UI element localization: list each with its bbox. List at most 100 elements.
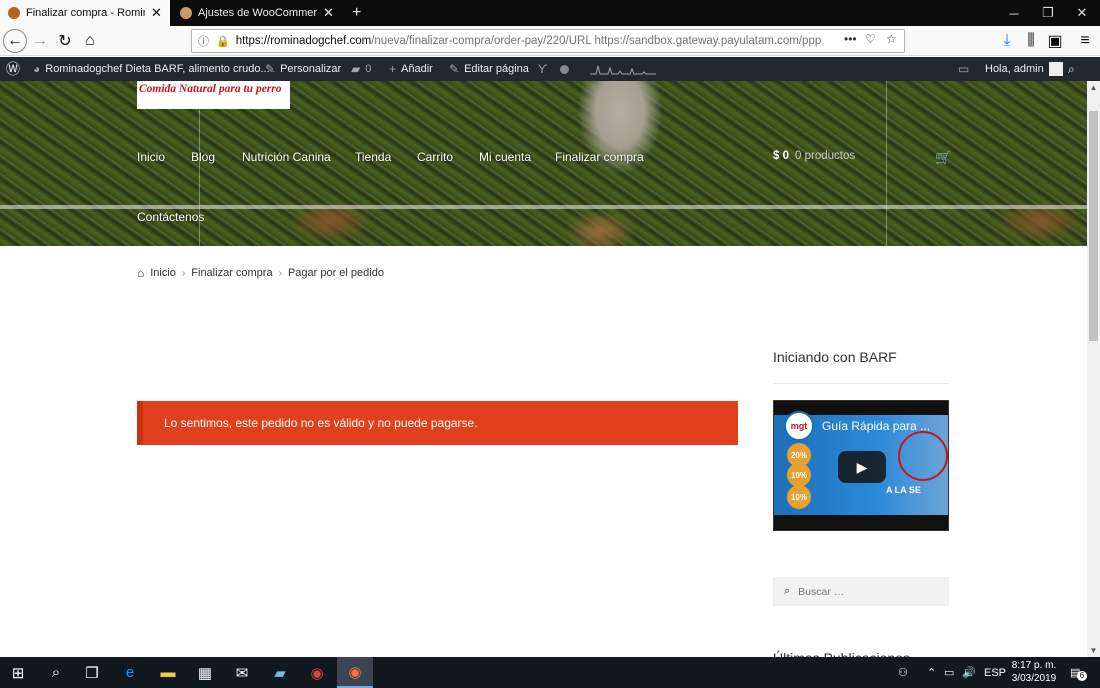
menu-item-mi-cuenta[interactable]: Mi cuenta <box>479 150 531 164</box>
video-title[interactable]: Guía Rápida para ... <box>822 419 930 433</box>
my-account-link[interactable]: Hola, admin <box>985 57 1063 81</box>
shopping-basket-icon[interactable]: 🛒 <box>935 150 951 166</box>
edge-browser-icon[interactable]: e <box>112 657 148 688</box>
breadcrumb-item-finalizar-compra[interactable]: Finalizar compra <box>191 267 272 279</box>
close-window-icon[interactable]: ✕ <box>1065 0 1099 26</box>
site-favicon-icon <box>180 7 192 19</box>
forward-arrow-icon[interactable]: → <box>28 29 52 53</box>
stats-sparkline-icon[interactable] <box>590 57 656 81</box>
bookmark-star-icon[interactable]: ☆ <box>886 32 897 46</box>
close-tab-icon[interactable]: ✕ <box>323 5 334 21</box>
site-logo[interactable]: Comida Natural para tu perro <box>137 81 290 109</box>
browser-tab-strip: Finalizar compra - Rominadogchef ✕ Ajust… <box>0 0 1100 26</box>
volume-icon[interactable]: 🔊 <box>962 657 976 688</box>
avatar <box>1048 62 1063 76</box>
sidebar-icon[interactable]: ▣ <box>1043 29 1067 53</box>
navigation-toolbar: ← → ↻ ⌂ ⓘ 🔒 https://rominadogchef.com/nu… <box>0 26 1100 56</box>
download-icon[interactable]: ⤓ <box>995 29 1019 53</box>
menu-item-blog[interactable]: Blog <box>191 150 215 164</box>
menu-item-carrito[interactable]: Carrito <box>417 150 453 164</box>
greeting-label: Hola, admin <box>985 63 1044 75</box>
scrollbar-thumb[interactable] <box>1089 111 1098 341</box>
tab-finalizar-compra[interactable]: Finalizar compra - Rominadogchef ✕ <box>0 0 170 26</box>
lock-icon: 🔒 <box>216 35 230 48</box>
windows-taskbar: ⊞ ⌕ ❒ e ▬ ▦ ✉ ▰ ◉ ◉ ⚇ ⌃ ▭ 🔊 ESP ▤ 6 <box>0 657 1100 688</box>
search-field[interactable]: ⌕ Buscar … <box>773 577 949 606</box>
breadcrumb: ⌂ Inicio › Finalizar compra › Pagar por … <box>137 266 384 280</box>
comment-icon: ▰ <box>351 62 361 76</box>
restore-icon[interactable]: ❐ <box>1031 0 1065 26</box>
task-view-icon[interactable]: ❒ <box>74 657 110 688</box>
menu-item-tienda[interactable]: Tienda <box>355 150 391 164</box>
search-icon[interactable]: ⌕ <box>1068 57 1075 81</box>
dashboard-icon: ◕ <box>33 62 41 76</box>
new-tab-button[interactable]: + <box>344 0 368 26</box>
sidebar-divider <box>773 383 949 384</box>
youtube-video-embed[interactable]: mgt Guía Rápida para ... 20% 10% 10% ▶ A… <box>773 400 949 531</box>
library-icon[interactable]: ⫼ <box>1019 29 1043 53</box>
video-percent-label: 10% <box>787 463 811 487</box>
breadcrumb-item-inicio[interactable]: Inicio <box>150 267 176 279</box>
site-name-link[interactable]: ◕ Rominadogchef Dieta BARF, alimento cru… <box>33 57 270 81</box>
url-bar[interactable]: ⓘ 🔒 https://rominadogchef.com/nueva/fina… <box>191 29 905 53</box>
comments-link[interactable]: ▰ 0 <box>351 57 371 81</box>
vertical-scrollbar[interactable]: ▲ ▼ <box>1087 81 1100 657</box>
tab-ajustes-woocommerce[interactable]: Ajustes de WooCommerce ‹ Ro ✕ <box>172 0 342 26</box>
mail-icon[interactable]: ✉ <box>224 657 260 688</box>
pencil-icon: ✎ <box>449 62 460 76</box>
pocket-icon[interactable]: ♡ <box>865 32 876 46</box>
notification-center-icon[interactable]: ▤ 6 <box>1070 657 1087 688</box>
notes-app-icon[interactable]: ▰ <box>262 657 298 688</box>
menu-item-nutricion-canina[interactable]: Nutrición Canina <box>242 150 331 164</box>
header-cart-link[interactable]: $ 0 0 productos <box>773 150 855 162</box>
customize-label: Personalizar <box>280 63 342 75</box>
notification-count: 6 <box>1077 671 1087 681</box>
comments-count: 0 <box>365 63 372 75</box>
chrome-icon[interactable]: ◉ <box>299 657 335 688</box>
show-hidden-icons[interactable]: ⌃ <box>927 657 936 688</box>
wordpress-logo-icon[interactable]: Ⓦ <box>6 57 20 81</box>
firefox-icon[interactable]: ◉ <box>337 657 373 688</box>
scroll-up-icon[interactable]: ▲ <box>1087 81 1100 94</box>
home-icon[interactable]: ⌂ <box>78 29 102 53</box>
windows-start-icon[interactable]: ⊞ <box>0 657 36 688</box>
site-favicon-icon <box>8 7 20 19</box>
play-button-icon[interactable]: ▶ <box>838 451 886 483</box>
file-explorer-icon[interactable]: ▬ <box>150 657 186 688</box>
menu-item-contactenos[interactable]: Contáctenos <box>137 210 204 224</box>
site-info-icon[interactable]: ⓘ <box>198 33 209 49</box>
channel-logo[interactable]: mgt <box>784 411 814 441</box>
video-highlight-circle <box>898 431 948 481</box>
back-arrow-icon[interactable]: ← <box>3 29 27 53</box>
brush-icon: ✎ <box>265 62 276 76</box>
yoast-seo-icon[interactable]: Ƴ <box>538 57 547 81</box>
close-tab-icon[interactable]: ✕ <box>151 5 162 21</box>
customize-link[interactable]: ✎ Personalizar <box>265 57 341 81</box>
home-icon[interactable]: ⌂ <box>137 266 144 280</box>
menu-icon[interactable]: ≡ <box>1073 29 1097 53</box>
reload-icon[interactable]: ↻ <box>53 29 77 53</box>
search-placeholder: Buscar … <box>798 585 845 598</box>
edit-page-label: Editar página <box>464 63 529 75</box>
clock-time: 8:17 p. m. <box>1011 660 1057 671</box>
page-actions-icon[interactable]: ••• <box>844 32 857 46</box>
url-text: https://rominadogchef.com/nueva/finaliza… <box>236 35 822 47</box>
stats-sparkline <box>590 65 656 75</box>
breadcrumb-item-pagar: Pagar por el pedido <box>287 267 384 279</box>
store-icon[interactable]: ▦ <box>187 657 223 688</box>
error-message: Lo sentimos, este pedido no es válido y … <box>164 416 478 430</box>
new-content-link[interactable]: + Añadir <box>389 57 433 81</box>
minimize-icon[interactable]: ─ <box>997 0 1031 26</box>
network-icon[interactable]: ▭ <box>944 657 954 688</box>
edit-page-link[interactable]: ✎ Editar página <box>449 57 529 81</box>
cart-amount: $ 0 <box>773 150 789 162</box>
scroll-down-icon[interactable]: ▼ <box>1087 644 1100 657</box>
search-icon[interactable]: ⌕ <box>38 657 74 688</box>
menu-item-inicio[interactable]: Inicio <box>137 150 165 164</box>
people-icon[interactable]: ⚇ <box>898 657 908 688</box>
taskbar-clock[interactable]: 8:17 p. m. 3/03/2019 <box>1003 659 1065 685</box>
wp-admin-bar: Ⓦ ◕ Rominadogchef Dieta BARF, alimento c… <box>0 57 1100 81</box>
notifications-icon[interactable]: ▭ <box>958 57 969 81</box>
menu-item-finalizar-compra[interactable]: Finalizar compra <box>555 150 644 164</box>
breadcrumb-separator-icon: › <box>181 267 186 279</box>
